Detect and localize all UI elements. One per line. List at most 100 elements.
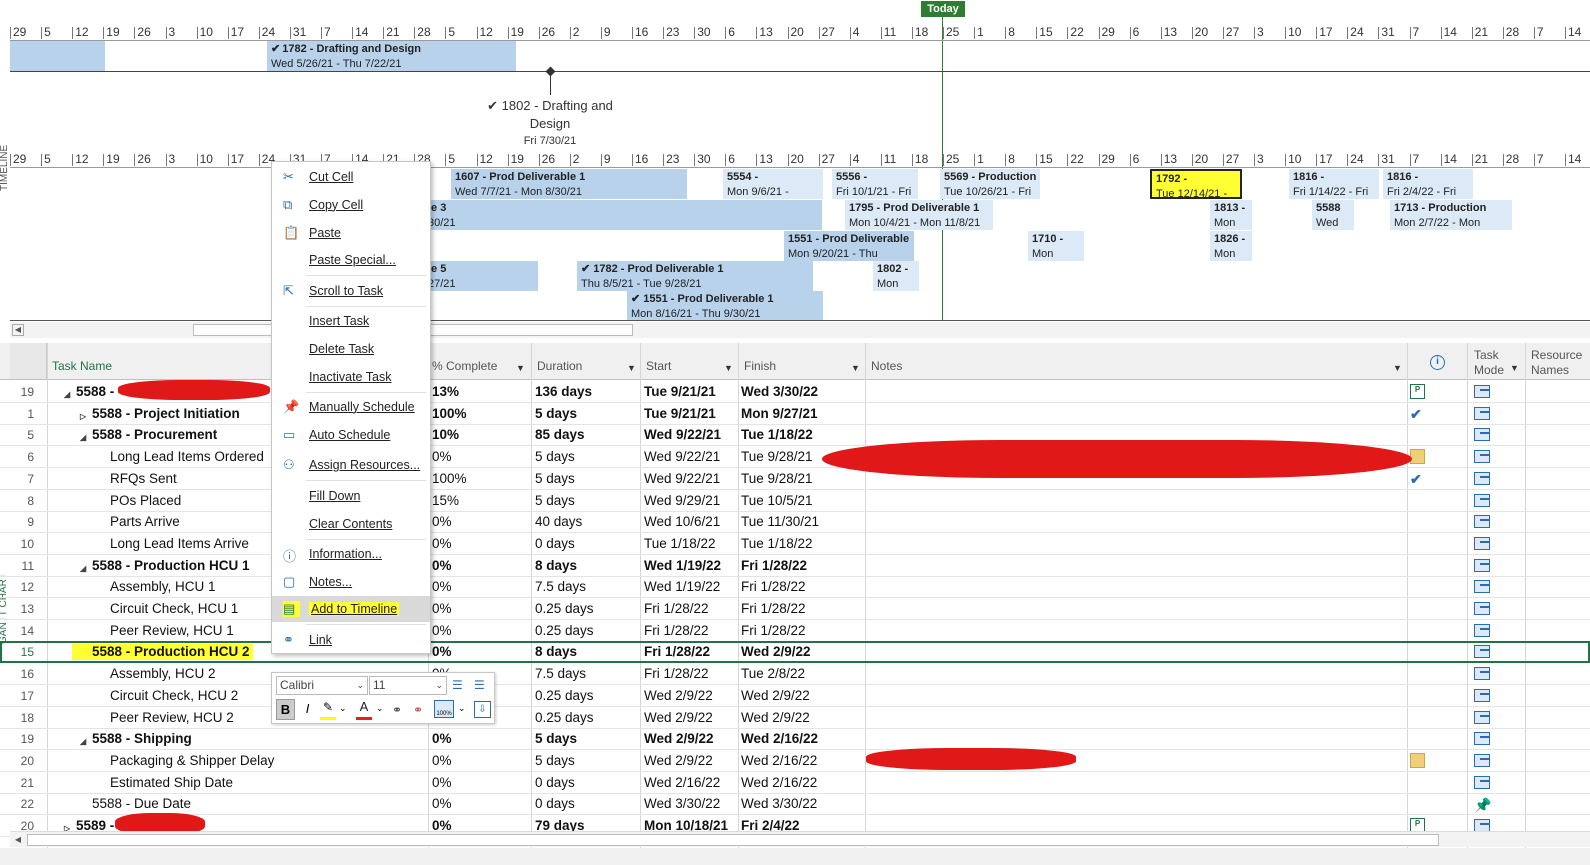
task-name-cell[interactable]: Estimated Ship Date — [110, 775, 233, 791]
menu-item-clear-contents[interactable]: Clear Contents — [272, 511, 430, 537]
percent-complete-cell[interactable]: 0% — [432, 601, 452, 617]
duration-cell[interactable]: 5 days — [535, 471, 575, 487]
task-name-cell[interactable]: POs Placed — [110, 493, 181, 509]
timeline-task-bar[interactable]: 1813 - Mon — [1210, 200, 1252, 230]
notes-filter-arrow[interactable]: ▼ — [1393, 363, 1402, 373]
start-cell[interactable]: Wed 2/9/22 — [644, 710, 713, 726]
grid-scrollbar[interactable]: ◀ — [10, 831, 1590, 847]
scroll-thumb[interactable] — [27, 834, 1439, 846]
font-select[interactable]: Calibri ⌄ — [276, 676, 368, 695]
finish-cell[interactable]: Mon 9/27/21 — [741, 406, 818, 422]
start-cell[interactable]: Fri 1/28/22 — [644, 644, 710, 660]
task-row[interactable]: 12 Assembly, HCU 1 0% 7.5 days Wed 1/19/22 Fr… — [0, 576, 1590, 599]
outdent-icon[interactable]: ☰ — [452, 678, 468, 693]
timeline-task-bar[interactable]: 1816 - Fri 1/14/22 - Fri — [1289, 169, 1379, 199]
menu-item-paste-special[interactable]: Paste Special... — [272, 247, 430, 273]
menu-item-add-to-timeline[interactable]: ▤ Add to Timeline — [272, 596, 430, 622]
percent-complete-cell[interactable]: 0% — [432, 623, 452, 639]
timeline-task-bar[interactable]: 1792 - Tue 12/14/21 - — [1150, 169, 1242, 199]
timeline-task-bar[interactable]: 1795 - Prod Deliverable 1 Mon 10/4/21 - M… — [845, 200, 993, 230]
duration-cell[interactable]: 7.5 days — [535, 666, 586, 682]
duration-cell[interactable]: 5 days — [535, 406, 577, 422]
duration-cell[interactable]: 5 days — [535, 493, 575, 509]
task-id[interactable]: 14 — [8, 623, 34, 639]
timeline-task-bar[interactable]: 1713 - Production Mon 2/7/22 - Mon — [1390, 200, 1512, 230]
task-id[interactable]: 19 — [8, 731, 34, 747]
font-color-icon[interactable]: A — [356, 699, 372, 720]
col-finish[interactable]: Finish — [744, 359, 776, 373]
task-name-cell[interactable]: Long Lead Items Ordered — [110, 449, 264, 465]
task-id[interactable]: 6 — [8, 449, 34, 465]
finish-cell[interactable]: Fri 1/28/22 — [741, 623, 806, 639]
task-id[interactable]: 5 — [8, 427, 34, 443]
finish-cell[interactable]: Wed 2/9/22 — [741, 688, 810, 704]
start-cell[interactable]: Wed 1/19/22 — [644, 579, 720, 595]
task-id[interactable]: 8 — [8, 493, 34, 509]
start-cell[interactable]: Wed 2/9/22 — [644, 731, 714, 747]
timeline-task-bar[interactable]: 5588 Wed — [1312, 200, 1354, 230]
duration-cell[interactable]: 0.25 days — [535, 601, 594, 617]
col-notes[interactable]: Notes — [871, 359, 902, 373]
bold-button[interactable]: B — [276, 699, 295, 720]
timeline-task-bar[interactable]: 1551 - Prod Deliverable Mon 9/20/21 - Thu — [784, 231, 914, 261]
start-cell[interactable]: Tue 9/21/21 — [644, 406, 716, 422]
duration-cell[interactable]: 0 days — [535, 796, 575, 812]
task-id[interactable]: 1 — [8, 406, 34, 422]
duration-cell[interactable]: 40 days — [535, 514, 582, 530]
task-id[interactable]: 16 — [8, 666, 34, 682]
task-row[interactable]: 20 Packaging & Shipper Delay 0% 5 days Wed 2… — [0, 750, 1590, 772]
task-row[interactable]: 8 POs Placed 15% 5 days Wed 9/29/21 Tue 10/5/… — [0, 490, 1590, 512]
task-row[interactable]: 14 Peer Review, HCU 1 0% 0.25 days Fri 1/28/… — [0, 620, 1590, 642]
start-cell[interactable]: Wed 2/16/22 — [644, 775, 720, 791]
percent-complete-cell[interactable]: 0% — [432, 558, 452, 574]
task-row[interactable]: 10 Long Lead Items Arrive 0% 0 days Tue 1/18… — [0, 533, 1590, 555]
duration-cell[interactable]: 5 days — [535, 753, 575, 769]
task-row[interactable]: 1 ▷ 5588 - Project Initiation 100% 5 days Tue… — [0, 403, 1590, 425]
task-row[interactable]: 16Assembly, HCU 20%7.5 daysFri 1/28/22Tu… — [0, 663, 1590, 686]
task-id[interactable]: 10 — [8, 536, 34, 552]
finish-cell[interactable]: Tue 1/18/22 — [741, 427, 813, 443]
chevron-down-icon[interactable]: ⌄ — [458, 703, 466, 714]
finish-cell[interactable]: Fri 1/28/22 — [741, 579, 806, 595]
task-name-cell[interactable]: 5588 - Production HCU 2 — [72, 644, 253, 661]
duration-cell[interactable]: 0 days — [535, 775, 575, 791]
task-id[interactable]: 11 — [8, 558, 34, 574]
menu-item-paste[interactable]: 📋 Paste — [272, 220, 430, 246]
percent-complete-cell[interactable]: 0% — [432, 796, 452, 812]
finish-cell[interactable]: Tue 10/5/21 — [741, 493, 813, 509]
col-task-name[interactable]: Task Name — [52, 359, 112, 373]
menu-item-cut-cell[interactable]: ✂ Cut Cell — [272, 164, 430, 190]
timeline-pane[interactable]: TIMELINE Today 29 5 12 19 26 3 10 17 24 31 7 14 21 28… — [0, 0, 1590, 338]
percent-complete-cell[interactable]: 0% — [432, 536, 452, 552]
task-id[interactable]: 17 — [8, 688, 34, 704]
task-row[interactable]: 21 Estimated Ship Date 0% 0 days Wed 2/16/22… — [0, 772, 1590, 794]
task-row[interactable]: 22 5588 - Due Date 0% 0 days Wed 3/30/22 Wed … — [0, 793, 1590, 816]
timeline-top-bar[interactable]: ✔ 1782 - Drafting and Design Wed 5/26/21 … — [267, 41, 516, 71]
timeline-task-bar[interactable]: 1710 - Mon — [1028, 231, 1084, 261]
collapse-icon[interactable]: ◢ — [80, 561, 86, 577]
task-name-cell[interactable]: 5588 - Project Initiation — [92, 406, 240, 422]
percent-complete-cell[interactable]: 0% — [432, 731, 452, 747]
task-row[interactable]: 17Circuit Check, HCU 20%0.25 daysWed 2/9… — [0, 685, 1590, 707]
timeline-task-bar[interactable]: 1607 - Prod Deliverable 1 Wed 7/7/21 - Mo… — [451, 169, 687, 199]
task-row[interactable]: 5 ◢ 5588 - Procurement 10% 85 days Wed 9/22/2… — [0, 424, 1590, 447]
menu-item-delete-task[interactable]: Delete Task — [272, 336, 430, 362]
menu-item-auto-schedule[interactable]: ▭ Auto Schedule — [272, 422, 430, 448]
timeline-scrollbar[interactable]: ◀ — [10, 322, 1590, 338]
task-id[interactable]: 21 — [8, 775, 34, 791]
start-cell[interactable]: Wed 9/29/21 — [644, 493, 720, 509]
finish-cell[interactable]: Wed 2/9/22 — [741, 710, 810, 726]
task-id[interactable]: 22 — [8, 796, 34, 812]
task-name-cell[interactable]: Long Lead Items Arrive — [110, 536, 249, 552]
percent-complete-cell[interactable]: 0% — [432, 579, 452, 595]
menu-item-scroll-to-task[interactable]: ⇱ Scroll to Task — [272, 278, 430, 304]
select-all-corner[interactable] — [10, 343, 47, 379]
task-name-cell[interactable]: 5588 - Procurement — [92, 427, 217, 443]
unlink-tasks-icon[interactable]: ⚭ — [413, 703, 423, 717]
finish-cell[interactable]: Wed 3/30/22 — [741, 796, 817, 812]
start-cell[interactable]: Wed 2/9/22 — [644, 753, 713, 769]
task-name-cell[interactable]: Packaging & Shipper Delay — [110, 753, 274, 769]
finish-cell[interactable]: Tue 9/28/21 — [741, 471, 813, 487]
menu-item-insert-task[interactable]: Insert Task — [272, 308, 430, 334]
task-row[interactable]: 18Peer Review, HCU 20%0.25 daysWed 2/9/2… — [0, 707, 1590, 729]
